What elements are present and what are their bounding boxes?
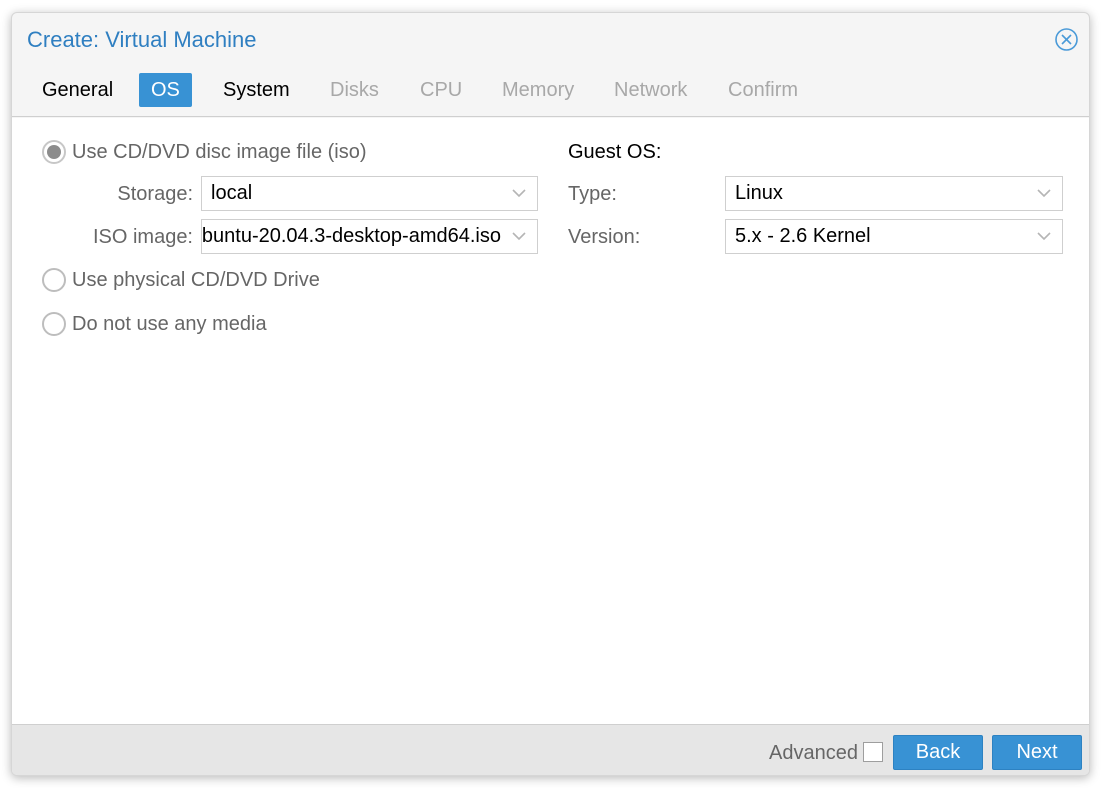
radio-unchecked-icon [42, 312, 66, 336]
radio-no-media[interactable]: Do not use any media [42, 311, 267, 337]
tab-network: Network [614, 79, 688, 101]
radio-label: Use CD/DVD disc image file (iso) [72, 140, 367, 163]
wizard-tabs: General OS System Disks CPU Memory Netwo… [12, 73, 1089, 117]
close-button[interactable] [1054, 27, 1079, 52]
storage-value: local [211, 182, 253, 204]
radio-label: Use physical CD/DVD Drive [72, 268, 320, 291]
chevron-down-icon [1037, 189, 1051, 198]
version-value: 5.x - 2.6 Kernel [735, 225, 871, 247]
create-vm-dialog: Create: Virtual Machine General OS Syste… [11, 12, 1090, 776]
advanced-label: Advanced [769, 742, 858, 764]
storage-select[interactable]: local [201, 176, 538, 211]
iso-image-value: ‎ubuntu-20.04.3-desktop-amd64.iso‎ [202, 225, 501, 247]
iso-image-label: ISO image: [92, 226, 193, 248]
tab-general[interactable]: General [30, 73, 125, 107]
advanced-checkbox[interactable] [863, 742, 883, 762]
tab-system[interactable]: System [211, 73, 302, 107]
close-icon [1055, 28, 1078, 51]
tab-confirm: Confirm [728, 79, 799, 101]
tab-os[interactable]: OS [139, 73, 192, 107]
os-panel: Use CD/DVD disc image file (iso) Storage… [12, 118, 1089, 724]
guest-os-heading: Guest OS: [568, 141, 662, 163]
chevron-down-icon [1037, 232, 1051, 241]
back-button[interactable]: Back [893, 735, 983, 770]
radio-use-iso[interactable]: Use CD/DVD disc image file (iso) [42, 139, 367, 165]
tab-memory: Memory [502, 79, 575, 101]
radio-checked-icon [42, 140, 66, 164]
radio-unchecked-icon [42, 268, 66, 292]
iso-image-select[interactable]: ‎ubuntu-20.04.3-desktop-amd64.iso‎ [201, 219, 538, 254]
dialog-title: Create: Virtual Machine [27, 27, 257, 52]
chevron-down-icon [512, 232, 526, 241]
version-label: Version: [568, 226, 641, 248]
radio-physical-drive[interactable]: Use physical CD/DVD Drive [42, 267, 320, 293]
next-button[interactable]: Next [992, 735, 1082, 770]
type-label: Type: [568, 183, 617, 205]
storage-label: Storage: [117, 183, 193, 205]
tab-cpu: CPU [420, 79, 463, 101]
dialog-footer: Advanced Back Next [12, 724, 1089, 775]
chevron-down-icon [512, 189, 526, 198]
tab-disks: Disks [330, 79, 379, 101]
version-select[interactable]: 5.x - 2.6 Kernel [725, 219, 1063, 254]
type-select[interactable]: Linux [725, 176, 1063, 211]
radio-label: Do not use any media [72, 312, 267, 335]
type-value: Linux [735, 182, 783, 204]
